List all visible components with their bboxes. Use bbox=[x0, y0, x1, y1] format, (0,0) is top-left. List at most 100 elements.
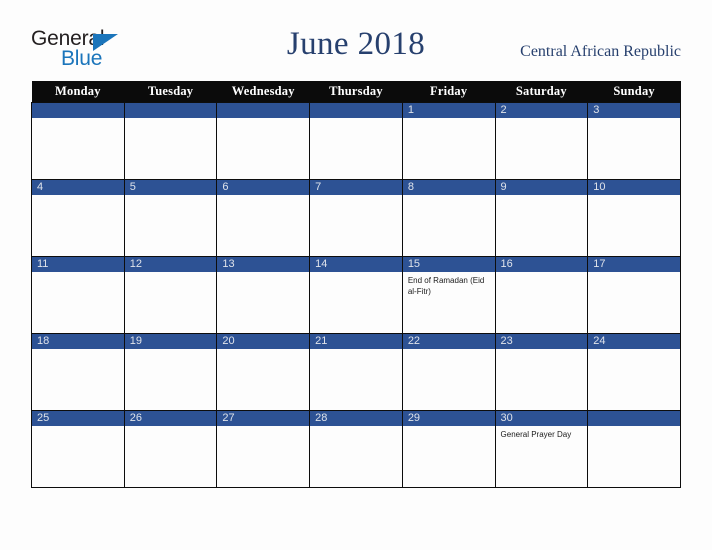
day-events bbox=[125, 118, 217, 122]
day-number: 3 bbox=[588, 103, 680, 118]
day-cell-inner: 28 bbox=[310, 411, 402, 487]
day-number: 1 bbox=[402, 103, 495, 118]
weekday-header-wednesday: Wednesday bbox=[216, 81, 310, 103]
calendar-day-cell[interactable]: 23 bbox=[494, 333, 589, 411]
day-number: 24 bbox=[588, 334, 680, 349]
day-cell-inner: 7 bbox=[310, 180, 402, 256]
calendar-body: 1 2 3 4 5 6 7 8 9 10 11 12 13 14 15 End of Ramadan (Eid… bbox=[31, 102, 681, 488]
calendar-day-cell[interactable]: 20 bbox=[216, 333, 311, 411]
day-number bbox=[32, 103, 124, 118]
day-cell-inner: 22 bbox=[402, 334, 495, 410]
day-number: 18 bbox=[32, 334, 124, 349]
day-number: 26 bbox=[124, 411, 217, 426]
calendar-day-cell[interactable]: 12 bbox=[123, 256, 218, 334]
day-number: 14 bbox=[310, 257, 402, 272]
calendar-day-cell[interactable]: 9 bbox=[494, 179, 589, 257]
day-cell-inner: 2 bbox=[495, 103, 588, 179]
calendar-empty-cell[interactable] bbox=[31, 102, 125, 180]
day-number: 15 bbox=[402, 257, 495, 272]
calendar-day-cell[interactable]: 16 bbox=[494, 256, 589, 334]
calendar-day-cell[interactable]: 19 bbox=[123, 333, 218, 411]
day-number: 2 bbox=[495, 103, 588, 118]
calendar-day-cell[interactable]: 1 bbox=[401, 102, 496, 180]
calendar-day-cell[interactable]: 29 bbox=[401, 410, 496, 488]
calendar-day-cell[interactable]: 6 bbox=[216, 179, 311, 257]
calendar-day-cell[interactable]: 5 bbox=[123, 179, 218, 257]
day-events bbox=[32, 118, 124, 122]
day-events bbox=[32, 272, 124, 276]
day-number: 28 bbox=[310, 411, 402, 426]
calendar-day-cell[interactable]: 11 bbox=[31, 256, 125, 334]
day-cell-inner: 23 bbox=[495, 334, 588, 410]
day-cell-inner: 4 bbox=[32, 180, 124, 256]
day-number: 9 bbox=[495, 180, 588, 195]
day-events bbox=[125, 195, 217, 199]
calendar-day-cell[interactable]: 15 End of Ramadan (Eid al-Fitr) bbox=[401, 256, 496, 334]
day-events bbox=[217, 426, 309, 430]
day-events: General Prayer Day bbox=[496, 426, 588, 441]
calendar-day-cell[interactable]: 27 bbox=[216, 410, 311, 488]
day-cell-inner bbox=[124, 103, 217, 179]
calendar-day-cell[interactable]: 21 bbox=[309, 333, 403, 411]
calendar-day-cell[interactable]: 24 bbox=[587, 333, 681, 411]
calendar-day-cell[interactable]: 17 bbox=[587, 256, 681, 334]
weekday-header-friday: Friday bbox=[402, 81, 496, 103]
day-number: 6 bbox=[217, 180, 310, 195]
calendar-day-cell[interactable]: 8 bbox=[401, 179, 496, 257]
day-number: 10 bbox=[588, 180, 680, 195]
day-events bbox=[217, 195, 309, 199]
day-events bbox=[125, 272, 217, 276]
day-events bbox=[496, 272, 588, 276]
day-cell-inner: 24 bbox=[588, 334, 680, 410]
calendar-day-cell[interactable]: 28 bbox=[309, 410, 403, 488]
day-events bbox=[588, 426, 680, 430]
day-events bbox=[403, 118, 495, 122]
calendar-day-cell[interactable]: 4 bbox=[31, 179, 125, 257]
day-events bbox=[217, 349, 309, 353]
day-cell-inner: 1 bbox=[402, 103, 495, 179]
calendar-day-cell[interactable]: 22 bbox=[401, 333, 496, 411]
calendar-empty-cell[interactable] bbox=[587, 410, 681, 488]
calendar-day-cell[interactable]: 26 bbox=[123, 410, 218, 488]
day-number: 17 bbox=[588, 257, 680, 272]
holiday-event: End of Ramadan (Eid al-Fitr) bbox=[407, 276, 485, 296]
calendar-day-cell[interactable]: 7 bbox=[309, 179, 403, 257]
calendar-day-cell[interactable]: 10 bbox=[587, 179, 681, 257]
day-cell-inner: 10 bbox=[588, 180, 680, 256]
day-events bbox=[588, 272, 680, 276]
day-number: 13 bbox=[217, 257, 310, 272]
day-number: 19 bbox=[124, 334, 217, 349]
day-cell-inner: 26 bbox=[124, 411, 217, 487]
calendar-empty-cell[interactable] bbox=[216, 102, 311, 180]
calendar-day-cell[interactable]: 3 bbox=[587, 102, 681, 180]
calendar-empty-cell[interactable] bbox=[123, 102, 218, 180]
calendar-day-cell[interactable]: 30 General Prayer Day bbox=[494, 410, 589, 488]
day-number: 16 bbox=[495, 257, 588, 272]
day-number: 23 bbox=[495, 334, 588, 349]
day-events: End of Ramadan (Eid al-Fitr) bbox=[403, 272, 495, 297]
day-events bbox=[588, 195, 680, 199]
calendar-day-cell[interactable]: 18 bbox=[31, 333, 125, 411]
calendar-day-cell[interactable]: 13 bbox=[216, 256, 311, 334]
calendar-day-cell[interactable]: 2 bbox=[494, 102, 589, 180]
calendar-week-row: 4 5 6 7 8 9 10 bbox=[31, 179, 681, 257]
calendar-day-cell[interactable]: 14 bbox=[309, 256, 403, 334]
day-number: 29 bbox=[402, 411, 495, 426]
weekday-header-tuesday: Tuesday bbox=[124, 81, 217, 103]
day-events bbox=[310, 272, 402, 276]
weekday-header-row: Monday Tuesday Wednesday Thursday Friday… bbox=[31, 81, 681, 103]
day-events bbox=[32, 195, 124, 199]
day-cell-inner: 18 bbox=[32, 334, 124, 410]
day-events bbox=[310, 349, 402, 353]
day-number: 7 bbox=[310, 180, 402, 195]
day-cell-inner: 14 bbox=[310, 257, 402, 333]
day-cell-inner bbox=[217, 103, 310, 179]
day-events bbox=[32, 426, 124, 430]
calendar-empty-cell[interactable] bbox=[309, 102, 403, 180]
calendar-day-cell[interactable]: 25 bbox=[31, 410, 125, 488]
day-number bbox=[588, 411, 680, 426]
day-cell-inner: 30 General Prayer Day bbox=[495, 411, 588, 487]
day-events bbox=[588, 349, 680, 353]
day-cell-inner: 17 bbox=[588, 257, 680, 333]
day-number bbox=[217, 103, 310, 118]
